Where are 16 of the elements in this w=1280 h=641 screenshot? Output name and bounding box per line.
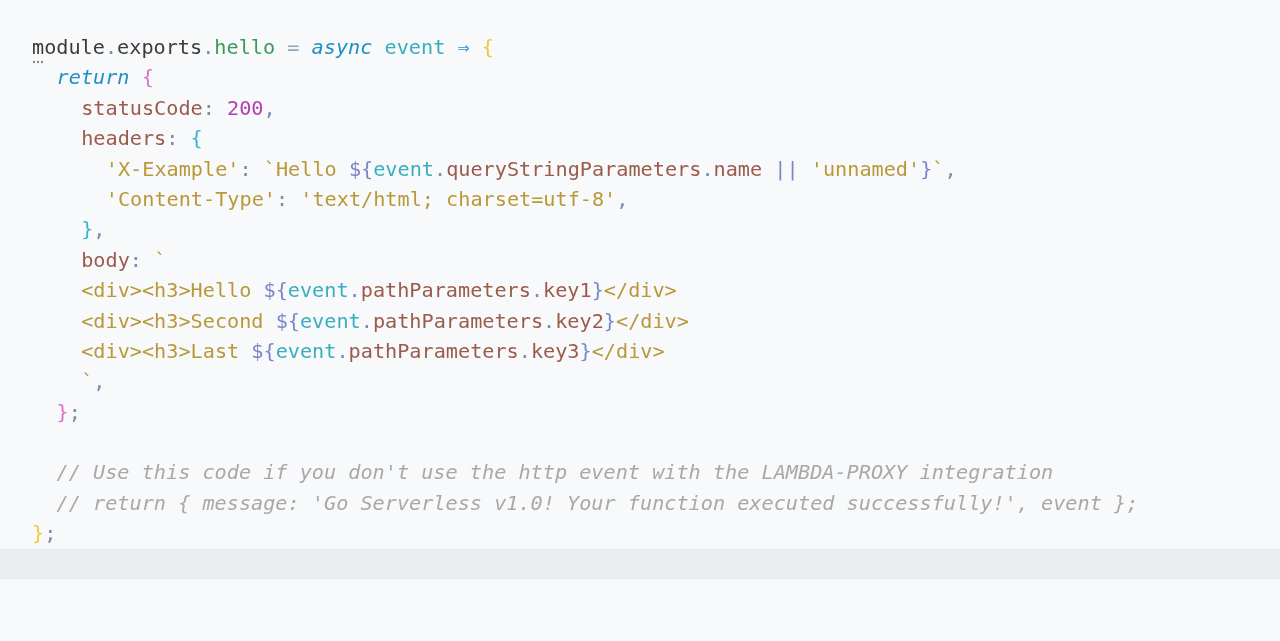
code-line: headers: { <box>81 125 203 153</box>
code-line: }; <box>56 398 81 426</box>
code-line: // return { message: 'Go Serverless v1.0! Your function executed successfully!', event }; <box>56 489 1139 517</box>
code-line: body: ` <box>81 246 167 274</box>
code-line: <div><h3>Hello ${event.pathParameters.key1}</div> <box>81 277 677 305</box>
code-line: <div><h3>Last ${event.pathParameters.key3}</div> <box>81 337 665 365</box>
code-line: <div><h3>Second ${event.pathParameters.key2}</div> <box>81 307 689 335</box>
code-line: }, <box>81 216 106 244</box>
code-line: `, <box>81 368 106 396</box>
code-line: }; <box>32 520 57 548</box>
code-line: return { <box>56 64 154 92</box>
code-line: 'Content-Type': 'text/html; charset=utf-8', <box>105 185 629 213</box>
code-line: module.exports.hello = async event ⇒ { <box>32 32 494 63</box>
code-line: 'X-Example': `Hello ${event.queryStringParameters.name || 'unnamed'}`, <box>105 155 957 183</box>
code-line: statusCode: 200, <box>81 94 276 122</box>
code-line: // Use this code if you don't use the http event with the LAMBDA-PROXY integration <box>56 459 1054 487</box>
